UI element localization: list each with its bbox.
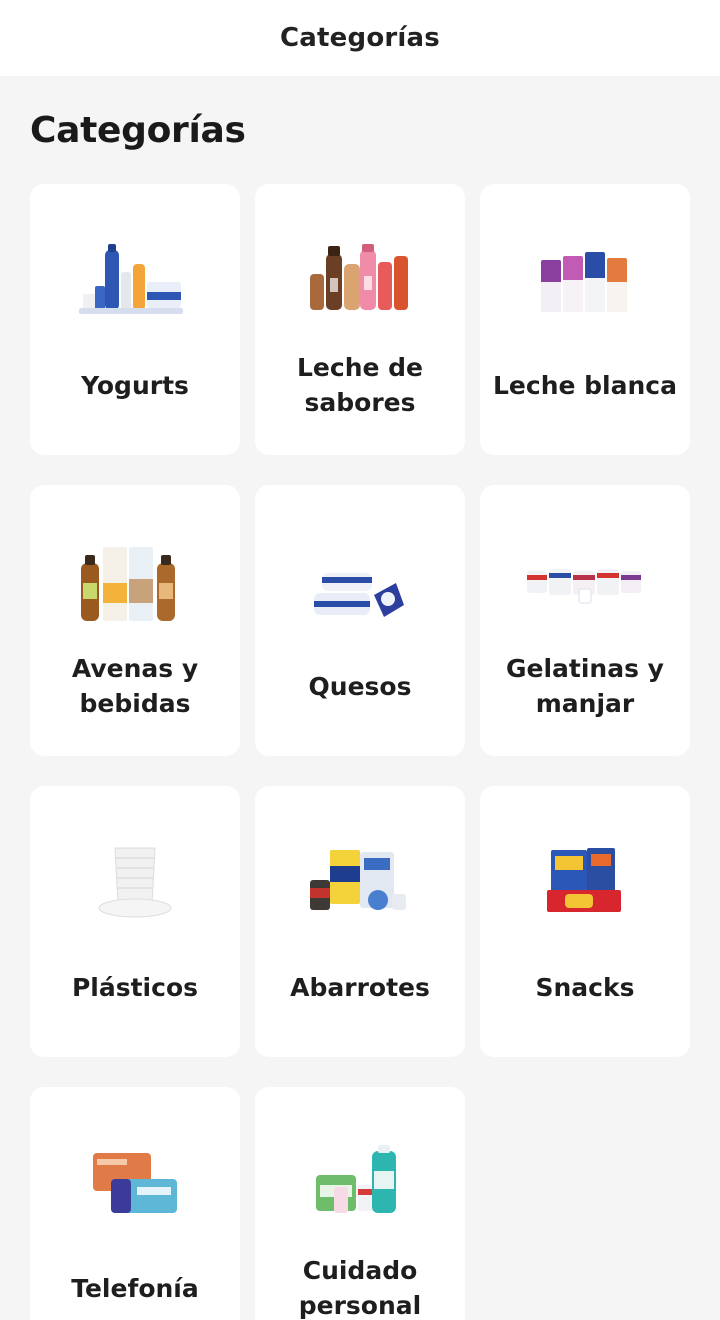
category-label: Plásticos [71, 972, 199, 1002]
category-label: Cuidado personal [298, 1256, 422, 1320]
cheese-products-image [300, 543, 420, 633]
category-grid: Yogurts Leche de sabores Leche blanca Av… [30, 184, 691, 1320]
oat-drinks-products-image [75, 543, 195, 633]
app-bar-title: Categorías [280, 23, 440, 53]
category-card-plasticos[interactable]: Plásticos [30, 786, 240, 1057]
category-label: Snacks [535, 972, 635, 1002]
category-label: Quesos [308, 671, 412, 701]
phone-cards-image [75, 1145, 195, 1235]
page-title: Categorías [30, 110, 246, 151]
top-app-bar: Categorías [0, 0, 720, 76]
category-card-avenas-y-bebidas[interactable]: Avenas y bebidas [30, 485, 240, 756]
white-milk-products-image [525, 242, 645, 332]
category-card-leche-blanca[interactable]: Leche blanca [480, 184, 690, 455]
category-label: Abarrotes [290, 972, 430, 1002]
category-label: Yogurts [81, 370, 189, 400]
category-label: Leche de sabores [296, 353, 423, 417]
personal-care-products-image [300, 1145, 420, 1235]
category-card-quesos[interactable]: Quesos [255, 485, 465, 756]
gelatin-products-image [525, 543, 645, 633]
category-label: Avenas y bebidas [71, 654, 199, 718]
yogurt-products-image [75, 242, 195, 332]
category-card-yogurts[interactable]: Yogurts [30, 184, 240, 455]
category-card-telefonia[interactable]: Telefonía [30, 1087, 240, 1320]
category-card-cuidado-personal[interactable]: Cuidado personal [255, 1087, 465, 1320]
snacks-products-image [525, 844, 645, 934]
category-label: Gelatinas y manjar [506, 654, 664, 718]
grocery-products-image [300, 844, 420, 934]
category-card-leche-de-sabores[interactable]: Leche de sabores [255, 184, 465, 455]
plastic-cups-image [75, 844, 195, 934]
flavored-milk-products-image [300, 242, 420, 332]
category-card-abarrotes[interactable]: Abarrotes [255, 786, 465, 1057]
category-label: Telefonía [71, 1273, 199, 1303]
category-card-gelatinas-y-manjar[interactable]: Gelatinas y manjar [480, 485, 690, 756]
category-card-snacks[interactable]: Snacks [480, 786, 690, 1057]
category-label: Leche blanca [493, 370, 677, 400]
